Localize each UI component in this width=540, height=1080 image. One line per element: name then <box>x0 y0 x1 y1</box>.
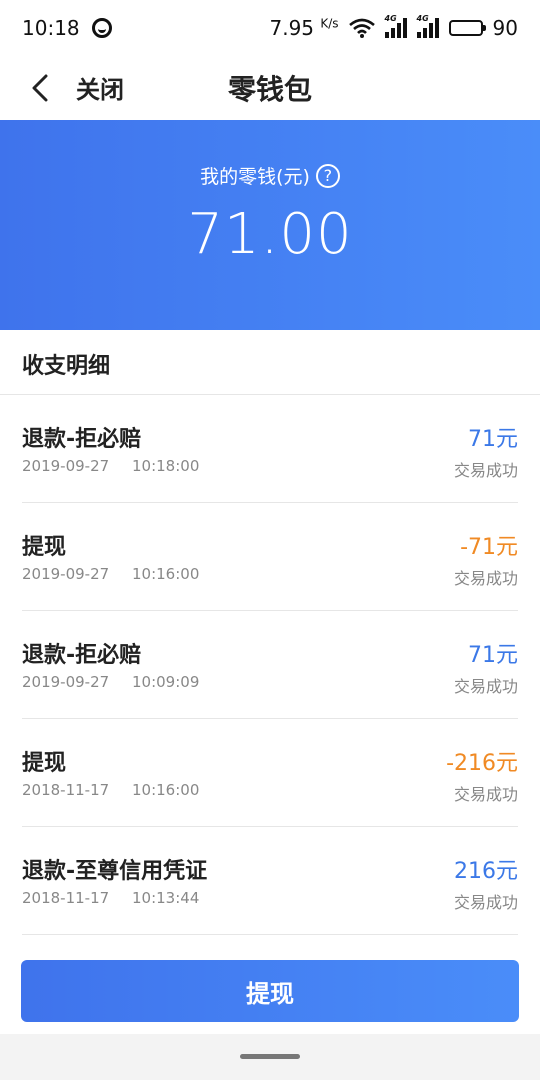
wifi-icon <box>348 18 375 38</box>
transaction-amount: 216元 <box>454 859 518 884</box>
balance-card: 我的零钱(元) ? 71.00 <box>0 120 540 330</box>
transaction-date: 2019-09-27 <box>22 565 110 583</box>
transaction-date: 2018-11-17 <box>22 889 110 907</box>
network-type-label: 4G <box>416 14 429 23</box>
transaction-title: 退款-拒必赔 <box>22 427 142 452</box>
transaction-date: 2018-11-17 <box>22 781 110 799</box>
transaction-status: 交易成功 <box>453 893 518 912</box>
transaction-time: 10:16:00 <box>132 565 200 583</box>
transaction-row[interactable]: 提现 -216元 2018-11-17 10:16:00 交易成功 <box>22 719 518 827</box>
balance-label: 我的零钱(元) <box>200 166 310 188</box>
system-nav-bar <box>0 1034 540 1080</box>
page-title: 零钱包 <box>227 73 312 106</box>
section-title: 收支明细 <box>22 354 111 379</box>
transaction-status: 交易成功 <box>453 569 518 588</box>
transaction-date: 2019-09-27 <box>22 673 110 691</box>
transaction-time: 10:18:00 <box>132 457 200 475</box>
transaction-title: 退款-拒必赔 <box>22 643 142 668</box>
battery-icon <box>448 20 486 36</box>
status-bar: 10:18 7.95 K/s 4G 4G 90 <box>0 0 540 56</box>
transaction-status: 交易成功 <box>453 677 518 696</box>
transaction-status: 交易成功 <box>453 785 518 804</box>
transaction-time: 10:13:44 <box>132 889 200 907</box>
status-time: 10:18 <box>22 16 80 40</box>
transaction-amount: -216元 <box>446 751 518 776</box>
transaction-row[interactable]: 退款-拒必赔 71元 2019-09-27 10:18:00 交易成功 <box>22 395 518 503</box>
transaction-title: 提现 <box>22 535 67 560</box>
balance-amount: 71.00 <box>187 202 353 267</box>
transaction-amount: 71元 <box>468 427 518 452</box>
transaction-row[interactable]: 退款-拒必赔 71元 2019-09-27 10:09:09 交易成功 <box>22 611 518 719</box>
transaction-date: 2019-09-27 <box>22 457 110 475</box>
transaction-amount: 71元 <box>468 643 518 668</box>
nav-bar: 关闭 零钱包 <box>0 56 540 120</box>
transaction-title: 退款-至尊信用凭证 <box>22 859 208 884</box>
transaction-time: 10:09:09 <box>132 673 200 691</box>
transaction-row[interactable]: 退款-至尊信用凭证 216元 2018-11-17 10:13:44 交易成功 <box>22 827 518 935</box>
notification-icon <box>91 18 112 38</box>
network-speed-unit: K/s <box>320 16 339 31</box>
signal-strength-icon: 4G <box>384 14 407 38</box>
balance-label-row: 我的零钱(元) ? <box>0 162 540 189</box>
network-speed: 7.95 K/s <box>269 16 338 40</box>
home-indicator[interactable] <box>240 1054 300 1059</box>
help-icon[interactable]: ? <box>315 163 340 188</box>
transaction-row[interactable]: 提现 -71元 2019-09-27 10:16:00 交易成功 <box>22 503 518 611</box>
transaction-time: 10:16:00 <box>132 781 200 799</box>
signal-strength-icon: 4G <box>416 14 439 38</box>
transaction-list: 退款-拒必赔 71元 2019-09-27 10:18:00 交易成功 提现 -… <box>22 395 518 935</box>
transaction-title: 提现 <box>22 751 67 776</box>
network-speed-value: 7.95 <box>269 16 315 40</box>
network-type-label: 4G <box>384 14 397 23</box>
transaction-status: 交易成功 <box>453 461 518 480</box>
withdraw-button[interactable]: 提现 <box>21 960 519 1022</box>
battery-level: 90 <box>492 16 518 40</box>
transaction-amount: -71元 <box>460 535 518 560</box>
